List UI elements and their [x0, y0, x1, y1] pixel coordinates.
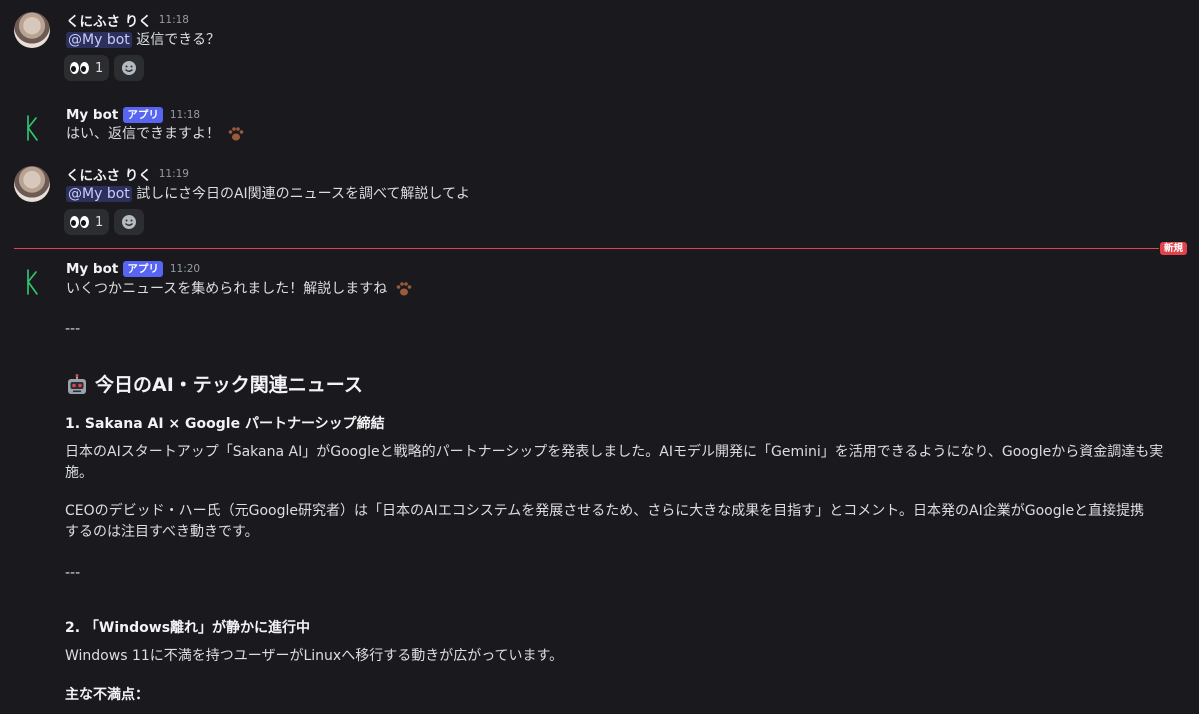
- item2-title: 2. 「Windows離れ」が静かに進行中: [65, 620, 311, 636]
- article-heading: 今日のAI・テック関連ニュース: [65, 373, 1189, 397]
- reactions: 1: [64, 209, 145, 235]
- paw-icon: [396, 282, 412, 296]
- eyes-icon: [70, 216, 89, 228]
- username[interactable]: くにふさ りく: [66, 164, 152, 184]
- bot-logo-icon: [27, 115, 38, 141]
- user-avatar[interactable]: [14, 12, 50, 48]
- item1-title: 1. Sakana AI × Google パートナーシップ締結: [65, 416, 385, 432]
- mention[interactable]: @My bot: [66, 32, 132, 48]
- message-header: My bot アプリ 11:18: [66, 106, 200, 124]
- bot-avatar[interactable]: [14, 264, 50, 300]
- bot-avatar[interactable]: [14, 110, 50, 146]
- add-reaction-button[interactable]: [114, 209, 145, 235]
- robot-icon: [68, 374, 86, 394]
- reaction-eyes[interactable]: 1: [64, 209, 110, 235]
- bot-logo-icon: [27, 269, 38, 295]
- message-text: いくつかニュースを集められました！解説しますね: [66, 281, 388, 297]
- smiley-icon: [122, 61, 137, 75]
- item1-paragraph2-line2: するのは注目すべき動きです。: [65, 524, 259, 540]
- message-header: My bot アプリ 11:20: [66, 260, 200, 278]
- new-messages-badge: 新規: [1159, 242, 1187, 255]
- reaction-eyes[interactable]: 1: [64, 55, 110, 81]
- message-text: はい、返信できますよ！: [66, 126, 220, 142]
- item2-paragraph1: Windows 11に不満を持つユーザーがLinuxへ移行する動きが広がっていま…: [65, 648, 564, 664]
- timestamp: 11:19: [158, 168, 189, 180]
- smiley-icon: [122, 215, 137, 229]
- message-content: いくつかニュースを集められました！解説しますね: [66, 279, 413, 299]
- separator-text: ---: [65, 565, 81, 581]
- item1-paragraph1-line2: 施。: [65, 465, 93, 481]
- timestamp: 11:20: [169, 263, 201, 275]
- chat-view: くにふさ りく 11:18 @My bot 返信できる？ 1 My bot アプ…: [0, 0, 1199, 714]
- paw-icon: [229, 127, 244, 141]
- user-avatar[interactable]: [14, 166, 50, 202]
- app-badge: アプリ: [123, 261, 163, 277]
- item2-subheading: 主な不満点：: [65, 687, 149, 703]
- add-reaction-button[interactable]: [114, 55, 145, 81]
- heading-text: 今日のAI・テック関連ニュース: [95, 373, 363, 396]
- separator-text: ---: [65, 321, 81, 337]
- timestamp: 11:18: [169, 109, 201, 121]
- username[interactable]: My bot: [66, 261, 118, 277]
- reaction-count: 1: [95, 214, 104, 230]
- message-header: くにふさ りく 11:19: [66, 164, 189, 184]
- message-header: くにふさ りく 11:18: [66, 10, 189, 30]
- message-content: @My bot 試しにさ今日のAI関連のニュースを調べて解説してよ: [66, 184, 470, 204]
- reaction-count: 1: [95, 60, 104, 76]
- app-badge: アプリ: [123, 107, 163, 123]
- item1-paragraph2-line1: CEOのデビッド・ハー氏（元Google研究者）は「日本のAIエコシステムを発展…: [65, 503, 1145, 519]
- message-content: はい、返信できますよ！: [66, 124, 245, 144]
- eyes-icon: [70, 62, 89, 74]
- username[interactable]: くにふさ りく: [66, 10, 152, 30]
- message-text: 試しにさ今日のAI関連のニュースを調べて解説してよ: [136, 186, 470, 202]
- reactions: 1: [64, 55, 145, 81]
- mention[interactable]: @My bot: [66, 186, 132, 202]
- username[interactable]: My bot: [66, 107, 118, 123]
- message-content: @My bot 返信できる？: [66, 30, 220, 50]
- item1-paragraph1-line1: 日本のAIスタートアップ「Sakana AI」がGoogleと戦略的パートナーシ…: [65, 444, 1164, 460]
- new-messages-divider: [14, 248, 1159, 249]
- message-text: 返信できる？: [136, 32, 220, 48]
- timestamp: 11:18: [158, 14, 189, 26]
